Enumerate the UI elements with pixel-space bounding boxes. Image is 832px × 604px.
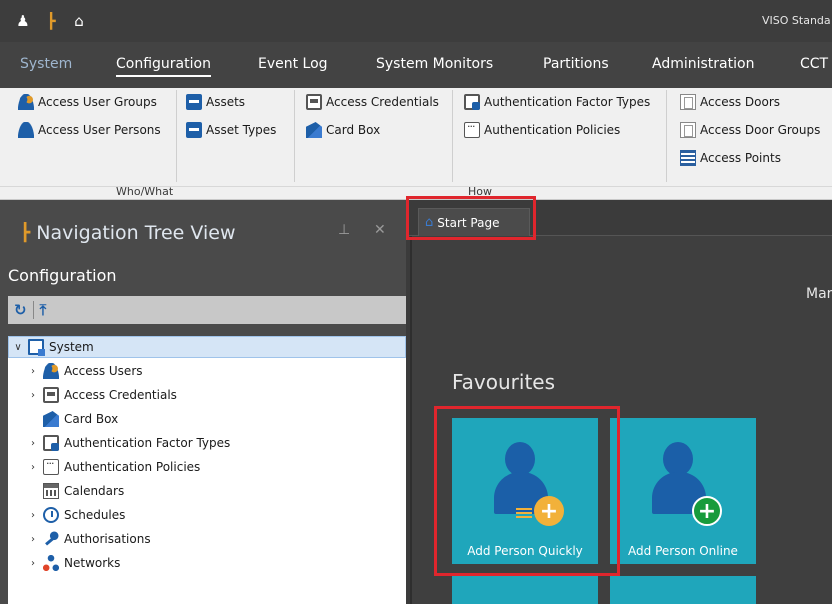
tree-item-authentication-policies[interactable]: › Authentication Policies: [28, 456, 200, 478]
tree-item-authentication-factor-types[interactable]: › Authentication Factor Types: [28, 432, 230, 454]
card-icon: [43, 387, 59, 403]
tree-item-system[interactable]: ∨ System: [8, 336, 406, 358]
users-icon: [43, 363, 59, 379]
asset-type-icon: [186, 122, 202, 138]
tile-add-person-online[interactable]: + Add Person Online: [610, 418, 756, 564]
orange-plus-icon: +: [534, 496, 564, 526]
menu-partitions[interactable]: Partitions: [543, 56, 609, 72]
menu-bar: System Configuration Event Log System Mo…: [0, 42, 832, 88]
menu-administration[interactable]: Administration: [652, 56, 754, 72]
policy-icon: [43, 457, 59, 475]
ribbon: Access User Groups Access User Persons A…: [0, 88, 832, 200]
tile-partial[interactable]: [610, 576, 756, 604]
chevron-right-icon[interactable]: ›: [28, 462, 38, 473]
tab-start-page[interactable]: ⌂ Start Page: [418, 208, 530, 236]
speed-lines-icon: [516, 506, 532, 518]
ribbon-separator: [294, 90, 295, 182]
menu-system[interactable]: System: [20, 56, 72, 72]
policy-icon: [464, 120, 480, 138]
user-access-icon[interactable]: ♟: [14, 12, 32, 30]
navigation-tree: ∨ System › Access Users › Access Credent…: [8, 336, 406, 604]
chevron-right-icon[interactable]: ›: [28, 558, 38, 569]
calendar-icon: [43, 483, 59, 499]
favourites-title: Favourites: [452, 370, 556, 394]
access-user-persons-button[interactable]: Access User Persons: [18, 120, 161, 140]
menu-event-log[interactable]: Event Log: [258, 56, 328, 72]
asset-types-button[interactable]: Asset Types: [186, 120, 276, 140]
green-plus-icon: +: [692, 496, 722, 526]
chevron-down-icon[interactable]: ∨: [13, 342, 23, 353]
start-page-content: Mar Favourites + Add Person Quickly + Ad…: [410, 236, 832, 604]
authentication-policies-button[interactable]: Authentication Policies: [464, 120, 620, 140]
window-title: VISO Standa: [762, 14, 831, 27]
user-group-icon: [18, 94, 34, 110]
app-window: ♟ ┣ ⌂ VISO Standa System Configuration E…: [0, 0, 832, 604]
factor-type-icon: [464, 94, 480, 110]
menu-cct[interactable]: CCT: [800, 56, 828, 72]
tree-item-access-credentials[interactable]: › Access Credentials: [28, 384, 177, 406]
tree-view-icon[interactable]: ┣: [42, 12, 60, 30]
start-page-heading: Mar: [806, 286, 832, 302]
document-area: ⌂ Start Page Mar Favourites + Add Person…: [406, 200, 832, 604]
tree-item-authorisations[interactable]: › Authorisations: [28, 528, 151, 550]
chevron-right-icon[interactable]: ›: [28, 534, 38, 545]
credential-card-icon: [306, 94, 322, 110]
ribbon-separator: [176, 90, 177, 182]
access-doors-button[interactable]: Access Doors: [680, 92, 780, 112]
chevron-right-icon[interactable]: ›: [28, 390, 38, 401]
tile-partial[interactable]: [452, 576, 598, 604]
ribbon-separator: [666, 90, 667, 182]
access-user-groups-button[interactable]: Access User Groups: [18, 92, 157, 112]
menu-configuration[interactable]: Configuration: [116, 56, 211, 77]
close-icon[interactable]: ✕: [374, 222, 386, 238]
clock-icon: [43, 507, 59, 523]
ribbon-group-who-what: Who/What: [116, 185, 174, 198]
nav-section-title: Configuration: [8, 266, 117, 285]
key-icon: [43, 531, 59, 547]
card-box-icon: [43, 411, 59, 427]
tree-item-schedules[interactable]: › Schedules: [28, 504, 125, 526]
ribbon-group-how: How: [468, 185, 492, 198]
toolbar-separator: [32, 301, 34, 319]
tab-strip: ⌂ Start Page: [406, 200, 832, 236]
collapse-all-icon[interactable]: ⤒: [40, 301, 47, 319]
access-points-button[interactable]: Access Points: [680, 148, 781, 168]
chevron-right-icon[interactable]: ›: [28, 510, 38, 521]
tree-item-card-box[interactable]: Card Box: [43, 408, 118, 430]
ribbon-separator: [452, 90, 453, 182]
access-credentials-button[interactable]: Access Credentials: [306, 92, 439, 112]
tree-item-calendars[interactable]: Calendars: [43, 480, 124, 502]
menu-system-monitors[interactable]: System Monitors: [376, 56, 493, 72]
title-bar: ♟ ┣ ⌂ VISO Standa: [0, 0, 832, 42]
asset-icon: [186, 94, 202, 110]
pin-icon[interactable]: ⊥: [338, 222, 350, 238]
refresh-icon[interactable]: ↻: [14, 301, 27, 319]
network-icon: [43, 555, 59, 571]
factor-icon: [43, 435, 59, 451]
door-group-icon: [680, 122, 696, 138]
authentication-factor-types-button[interactable]: Authentication Factor Types: [464, 92, 650, 112]
tree-item-access-users[interactable]: › Access Users: [28, 360, 143, 382]
access-door-groups-button[interactable]: Access Door Groups: [680, 120, 820, 140]
access-point-icon: [680, 150, 696, 166]
tree-item-networks[interactable]: › Networks: [28, 552, 120, 574]
user-icon: [18, 122, 34, 138]
card-box-button[interactable]: Card Box: [306, 120, 380, 140]
tree-view-icon: ┣: [20, 223, 31, 243]
home-icon[interactable]: ⌂: [70, 12, 88, 30]
navigation-panel: ┣ Navigation Tree View ⊥ ✕ Configuration…: [0, 200, 406, 604]
monitor-icon: [28, 339, 45, 356]
tile-add-person-quickly[interactable]: + Add Person Quickly: [452, 418, 598, 564]
navigation-title: ┣ Navigation Tree View: [20, 222, 236, 244]
card-box-icon: [306, 122, 322, 138]
door-icon: [680, 94, 696, 110]
chevron-right-icon[interactable]: ›: [28, 438, 38, 449]
home-icon: ⌂: [425, 215, 434, 230]
chevron-right-icon[interactable]: ›: [28, 366, 38, 377]
nav-toolbar: ↻ ⤒: [8, 296, 406, 324]
assets-button[interactable]: Assets: [186, 92, 245, 112]
